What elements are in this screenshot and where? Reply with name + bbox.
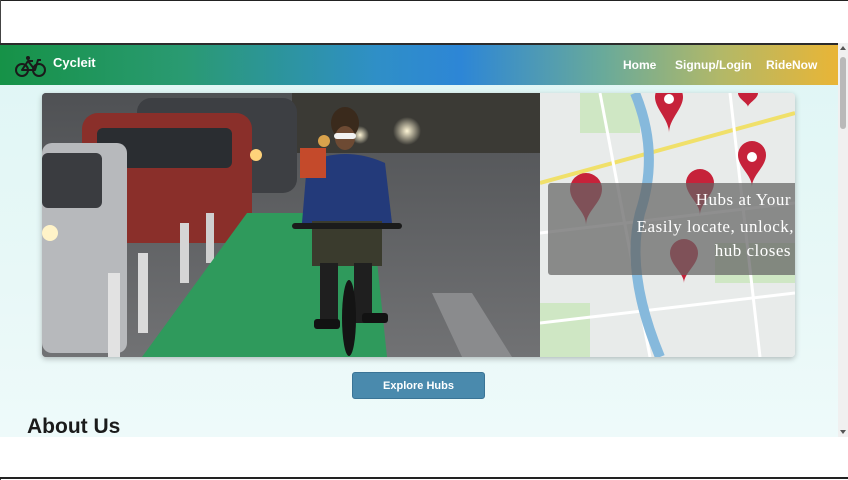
caption-line-1: Hubs at Your bbox=[695, 190, 791, 209]
window-top-border bbox=[0, 0, 848, 1]
caption-line-2: Easily locate, unlock, bbox=[636, 217, 794, 236]
brand-name[interactable]: Cycleit bbox=[53, 55, 96, 70]
navbar: Cycleit Home Signup/Login RideNow bbox=[0, 43, 838, 85]
about-us-heading: About Us bbox=[27, 415, 121, 437]
scroll-thumb[interactable] bbox=[840, 57, 846, 129]
nav-ridenow-link[interactable]: RideNow bbox=[766, 58, 817, 72]
below-viewport-area bbox=[0, 437, 848, 477]
scroll-up-arrow-icon[interactable] bbox=[840, 46, 846, 50]
hero-banner: Hubs at Your Easily locate, unlock, hub … bbox=[42, 93, 795, 357]
scroll-down-arrow-icon[interactable] bbox=[840, 430, 846, 434]
nav-home-link[interactable]: Home bbox=[623, 58, 656, 72]
logo[interactable] bbox=[14, 54, 47, 78]
window-bottom-border bbox=[0, 477, 848, 479]
nav-signup-login-link[interactable]: Signup/Login bbox=[675, 58, 752, 72]
hub-map-image: Hubs at Your Easily locate, unlock, hub … bbox=[540, 93, 795, 357]
bicycle-icon bbox=[15, 56, 46, 77]
caption-line-3: hub closes bbox=[714, 241, 791, 260]
cyclist-illustration bbox=[42, 93, 540, 357]
cyclist-photo bbox=[42, 93, 540, 357]
hero-caption: Hubs at Your Easily locate, unlock, hub … bbox=[548, 183, 795, 275]
explore-hubs-button[interactable]: Explore Hubs bbox=[352, 372, 485, 399]
page-viewport: Cycleit Home Signup/Login RideNow Hubs a… bbox=[0, 43, 838, 437]
page-scrollbar[interactable] bbox=[838, 43, 848, 437]
